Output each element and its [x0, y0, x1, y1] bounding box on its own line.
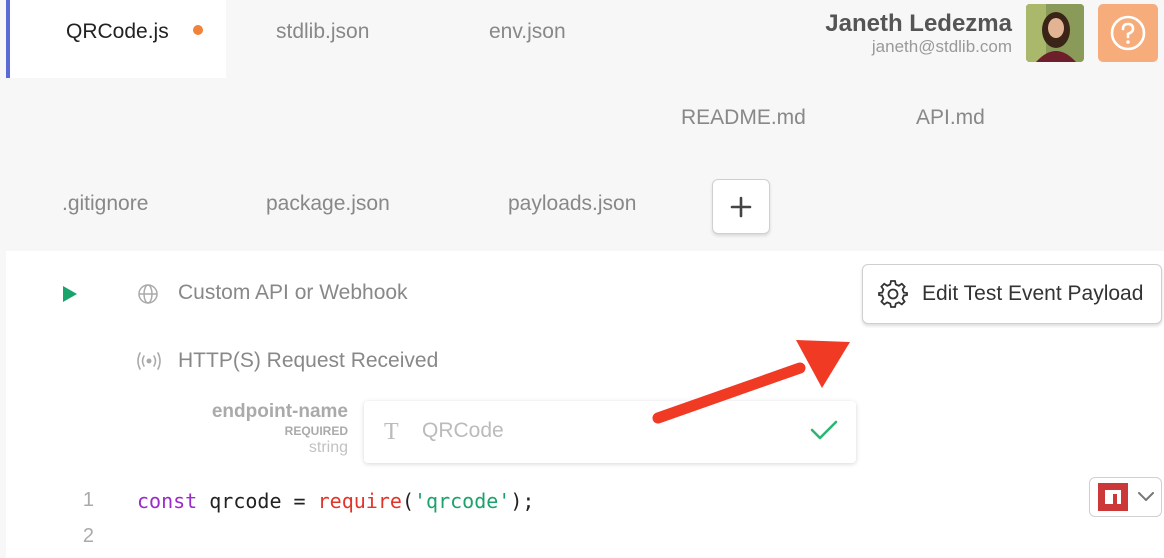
globe-icon [138, 284, 158, 304]
npm-package-dropdown[interactable] [1089, 477, 1162, 517]
code-line-1[interactable]: const qrcode = require('qrcode'); [137, 489, 534, 513]
annotation-arrow-icon [652, 340, 850, 424]
avatar[interactable] [1026, 4, 1084, 62]
tab-payloads-json[interactable]: payloads.json [508, 192, 636, 216]
tab-stdlib-json[interactable]: stdlib.json [276, 20, 369, 44]
line-number: 2 [82, 525, 94, 547]
user-email: janeth@stdlib.com [871, 37, 1012, 56]
tab-package-json[interactable]: package.json [266, 192, 390, 216]
tab-qrcode-js[interactable]: QRCode.js [6, 0, 226, 78]
endpoint-name-value: QRCode [422, 419, 504, 442]
play-icon [63, 286, 77, 302]
run-button[interactable] [62, 285, 78, 308]
edit-payload-label: Edit Test Event Payload [922, 282, 1144, 305]
tab-bar: QRCode.js stdlib.json env.json README.md… [0, 0, 1164, 250]
trigger-event-label: HTTP(S) Request Received [178, 349, 439, 372]
avatar-photo [1026, 4, 1084, 62]
editor-panel: Custom API or Webhook HTTP(S) Request Re… [6, 251, 1164, 558]
param-required: REQUIRED [284, 424, 348, 438]
code-token-function: require [317, 489, 402, 513]
text-type-icon: T [384, 419, 399, 445]
code-token-paren: ( [401, 489, 414, 513]
gear-icon [878, 280, 908, 308]
param-type: string [308, 439, 348, 456]
modified-dot-icon [192, 25, 203, 36]
broadcast-icon [137, 352, 161, 370]
user-name: Janeth Ledezma [825, 10, 1012, 37]
tab-api-md[interactable]: API.md [916, 106, 985, 130]
tab-label: QRCode.js [66, 20, 169, 43]
tab-gitignore[interactable]: .gitignore [62, 192, 148, 216]
trigger-type-label: Custom API or Webhook [178, 281, 408, 304]
tab-readme-md[interactable]: README.md [681, 106, 806, 130]
npm-logo-icon [1098, 483, 1128, 511]
edit-test-event-payload-button[interactable]: Edit Test Event Payload [862, 264, 1162, 324]
param-name: endpoint-name [211, 401, 348, 422]
line-number: 1 [82, 489, 94, 511]
code-token-string: 'qrcode' [413, 489, 511, 513]
plus-icon [730, 196, 752, 217]
code-token-keyword: const [137, 489, 198, 513]
help-button[interactable] [1098, 4, 1158, 62]
add-tab-button[interactable] [712, 179, 770, 234]
code-token-end: ); [510, 489, 535, 513]
question-icon [1110, 15, 1146, 51]
chevron-down-icon [1138, 492, 1154, 501]
tab-env-json[interactable]: env.json [489, 20, 566, 44]
code-token-text: qrcode = [197, 489, 318, 513]
